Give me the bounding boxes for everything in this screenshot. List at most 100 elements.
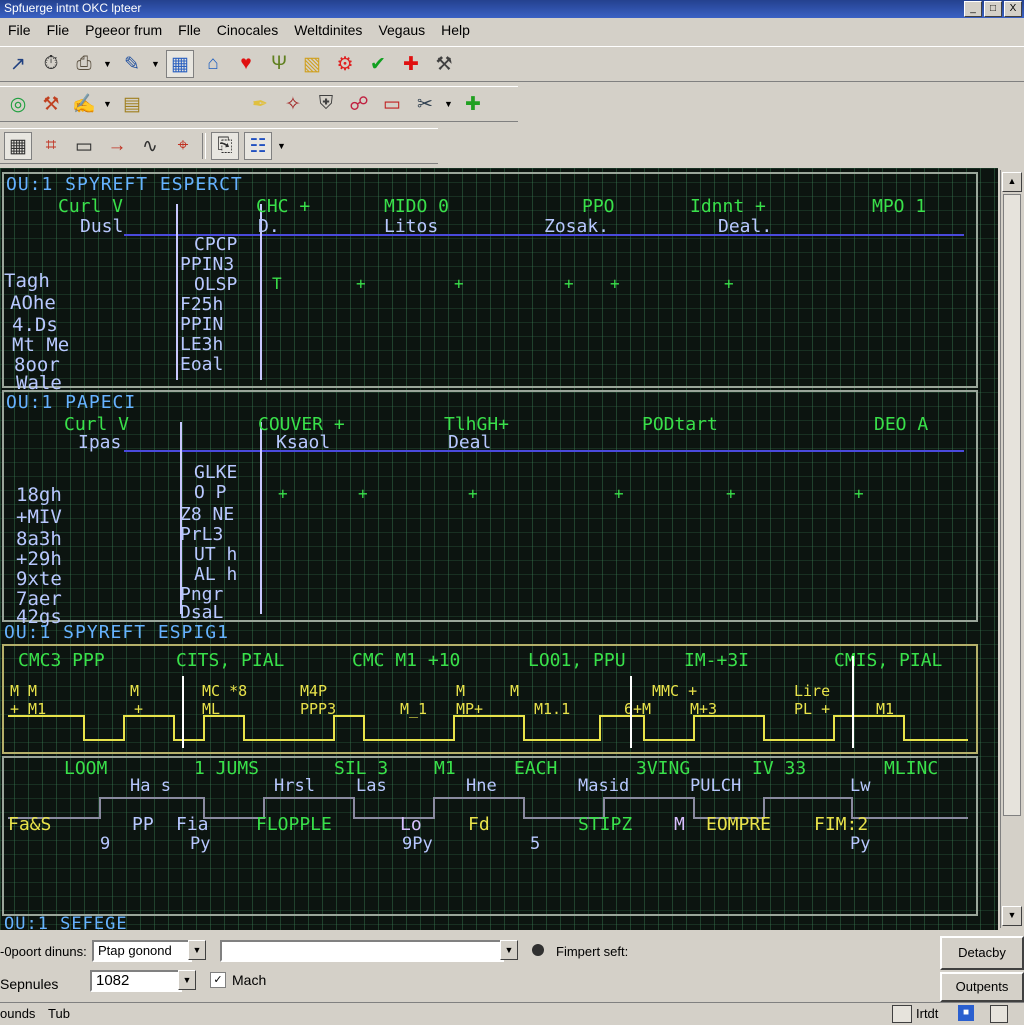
panel3-label-5: IM-+3I [684,650,750,671]
panel1-marker-2: + [356,274,366,293]
save-icon[interactable] [990,1005,1008,1023]
instrument-toolbar: ▦ ⌗ ▭ → ∿ ⌖ ⎘ ☷ ▼ [0,128,438,164]
cross-icon[interactable]: ✚ [397,50,425,78]
scroll-up-button[interactable]: ▲ [1002,172,1022,192]
clipboard-icon[interactable]: ⎘ [211,132,239,160]
maximize-button[interactable]: □ [984,1,1002,17]
calculator-icon[interactable]: ▦ [4,132,32,160]
chevron-down-icon[interactable]: ▼ [444,99,454,109]
menu-flie[interactable]: Flie [39,20,78,42]
menu-cinocales[interactable]: Cinocales [209,20,286,42]
network-icon[interactable]: ⌂ [199,50,227,78]
chart-arrow-icon[interactable]: ↗ [4,50,32,78]
panel1-marker-1: T [272,274,282,293]
port-select[interactable]: Ptap gonond [92,940,192,962]
panel2-row-4: +29h [16,548,62,570]
scroll-down-button[interactable]: ▼ [1002,906,1022,926]
chevron-down-icon[interactable]: ▼ [277,141,287,151]
minimize-button[interactable]: _ [964,1,982,17]
sepules-dropdown[interactable]: ▼ [178,970,196,990]
edit-toolbar: ◎ ⚒ ✍ ▼ ▤ ✒ ✧ ⛨ ☍ ▭ ✂ ▼ ✚ [0,86,518,122]
panel2-marker-4: + [614,484,624,503]
printer-icon[interactable]: ⎙ [70,50,98,78]
menu-bar: File Flie Pgeeor frum Flle Cinocales Wel… [0,20,1024,42]
panel4-top-2: 1 JUMS [194,758,260,779]
panel4-sub-5: Py [850,834,871,854]
panel1-pin-4: F25h [180,294,224,315]
panel-bus-decode: LOOM 1 JUMS SIL 3 M1 EACH 3VING IV 33 ML… [2,756,978,916]
probe-icon[interactable]: → [103,132,131,160]
checkmark-icon[interactable]: ✔ [364,50,392,78]
magic-wand-icon[interactable]: ✧ [279,90,307,118]
pen-tip-icon[interactable]: ✒ [246,90,274,118]
panel1-marker-6: + [724,274,734,293]
heart-icon[interactable]: ♥ [232,50,260,78]
panel1-header: OU:1 SPYREFT ESPERCT [6,174,243,195]
close-button[interactable]: X [1004,1,1022,17]
chevron-down-icon[interactable]: ▼ [151,59,161,69]
panel4-bottom-6: Fd [468,814,490,835]
scissors-icon[interactable]: ✂ [411,90,439,118]
disk-icon[interactable] [892,1005,912,1023]
panel4-top-6: 3VING [636,758,691,779]
panel1-row-3: 4.Ds [12,314,58,336]
connector-icon[interactable]: ☍ [345,90,373,118]
panel2-col-3: PODtart [642,414,718,435]
menu-flle[interactable]: Flle [170,20,209,42]
detach-button[interactable]: Detacby [940,936,1024,970]
palette-icon[interactable]: ▧ [298,50,326,78]
panel1-pin-6: LE3h [180,334,224,355]
document-icon[interactable]: ☷ [244,132,272,160]
panel4-top-5: EACH [514,758,558,779]
pencil-tool-icon[interactable]: ✍ [70,90,98,118]
menu-weltdinites[interactable]: Weltdinites [286,20,370,42]
pen-icon[interactable]: ✎ [118,50,146,78]
status-left: ounds [0,1006,36,1021]
status-tab: Tub [48,1006,70,1021]
lcd-icon[interactable]: ▭ [70,132,98,160]
command-input[interactable] [220,940,504,962]
vertical-scrollbar[interactable]: ▲ ▼ [1000,170,1023,928]
globe-icon[interactable]: ◎ [4,90,32,118]
command-dropdown[interactable]: ▼ [500,940,518,960]
panel1-channel-sub: Dusl [80,216,124,237]
antenna-icon[interactable]: Ψ [265,50,293,78]
radio-button[interactable] [532,944,544,956]
panel3-label-3: CMC M1 +10 [352,650,461,671]
panel1-marker-3: + [454,274,464,293]
port-select-dropdown[interactable]: ▼ [188,940,206,960]
scroll-thumb[interactable] [1003,194,1021,816]
mach-checkbox[interactable]: ✓ [210,972,226,988]
plus-icon[interactable]: ✚ [459,90,487,118]
panel1-pin-2: PPIN3 [180,254,235,275]
chevron-down-icon[interactable]: ▼ [103,99,113,109]
panel2-marker-1: + [278,484,288,503]
logic-analyzer-display[interactable]: OU:1 SPYREFT ESPERCT Curl V Dusl CHC + M… [0,168,998,930]
signal-icon[interactable]: ⌗ [37,132,65,160]
panel2-bus-line [124,450,964,452]
panel1-pin-7: Eoal [180,354,224,375]
gear-icon[interactable]: ⚙ [331,50,359,78]
menu-help[interactable]: Help [433,20,478,42]
outputs-button[interactable]: Outpents [940,972,1024,1002]
shield-icon[interactable]: ⛨ [312,90,340,118]
stopwatch-icon[interactable]: ⏱ [37,50,65,78]
menu-pgeeor-frum[interactable]: Pgeeor frum [77,20,170,42]
monitor-icon[interactable]: ▭ [378,90,406,118]
menu-file[interactable]: File [0,20,39,42]
blocks-icon[interactable]: ▤ [118,90,146,118]
wrench-icon[interactable]: ⚒ [37,90,65,118]
panel2-channel-sub: Ipas [78,432,122,453]
panel1-marker-4: + [564,274,574,293]
panel1-marker-5: + [610,274,620,293]
waveform-icon[interactable]: ∿ [136,132,164,160]
panel1-bracket-left [176,204,178,380]
grid-chart-icon[interactable]: ▦ [166,50,194,78]
tools-icon[interactable]: ⚒ [430,50,458,78]
sepules-input[interactable]: 1082 [90,970,182,992]
cursor-icon[interactable]: ⌖ [169,132,197,160]
menu-vegaus[interactable]: Vegaus [370,20,433,42]
panel3-signal-5: M [456,682,466,700]
chevron-down-icon[interactable]: ▼ [103,59,113,69]
lock-icon[interactable]: ■ [958,1005,974,1021]
